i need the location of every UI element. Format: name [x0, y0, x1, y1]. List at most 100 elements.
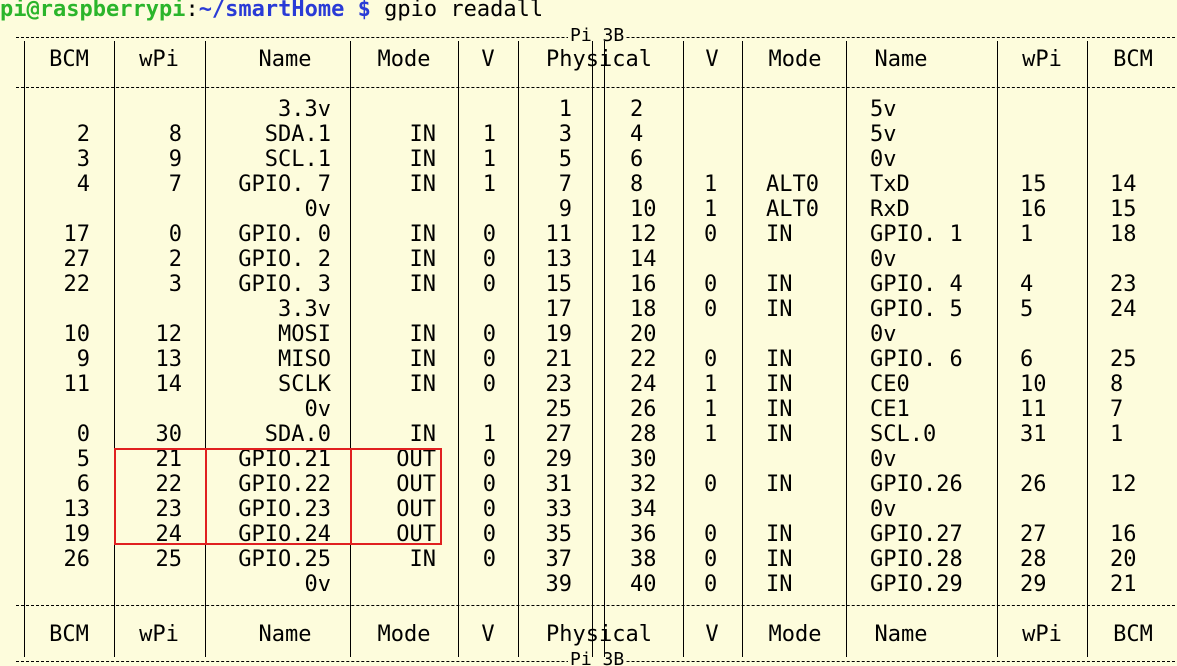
cell-name-left: MISO [278, 347, 331, 372]
cell-mode-left [350, 397, 436, 422]
cell-bcm-left: 26 [63, 547, 91, 572]
table-row: 22 3 GPIO. 3 IN 0 15 16 0 IN GPIO. 4 4 23 [0, 272, 1177, 297]
cell-wpi-right: 28 [1020, 547, 1047, 572]
cell-mode-right: ALT0 [766, 172, 819, 197]
cell-physical-left: 23 [545, 372, 573, 397]
cell-physical-left: 39 [545, 572, 573, 597]
table-row: 10 12 MOSI IN 0 19 20 0v [0, 322, 1177, 347]
cell-physical-left: 29 [545, 447, 573, 472]
table-row: 3.3v 17 18 0 IN GPIO. 5 5 24 [0, 297, 1177, 322]
cell-physical-right: 6 [630, 147, 644, 172]
cell-physical-left: 15 [545, 272, 573, 297]
table-row: 3.3v 1 2 5v [0, 97, 1177, 122]
cell-name-right: GPIO. 5 [870, 297, 963, 322]
cell-wpi-left: 30 [155, 422, 183, 447]
cell-bcm-right: 21 [1110, 572, 1137, 597]
cell-wpi-left: 9 [168, 147, 182, 172]
top-header-0: BCM [49, 47, 89, 72]
cell-mode-left: IN [409, 547, 437, 572]
cell-bcm-right [1110, 247, 1170, 272]
cell-v-right: 0 [704, 547, 718, 572]
cell-mode-right: IN [766, 397, 793, 422]
cell-name-right: TxD [870, 172, 910, 197]
cell-physical-right: 14 [630, 247, 657, 272]
cell-bcm-left: 11 [63, 372, 91, 397]
cell-name-left: SDA.0 [264, 422, 331, 447]
cell-name-right: 5v [870, 97, 897, 122]
cell-mode-left: IN [409, 172, 437, 197]
cell-physical-left: 3 [558, 122, 572, 147]
top-header-5: Physical [546, 47, 652, 72]
cell-bcm-right: 12 [1110, 472, 1137, 497]
top-header-8: Name [874, 47, 928, 72]
cell-wpi-right [1020, 497, 1090, 522]
terminal-window[interactable]: pi@raspberrypi:~/smartHome $ gpio readal… [0, 0, 1177, 666]
cell-v-left: 0 [482, 372, 496, 397]
cell-v-left [458, 297, 496, 322]
cell-physical-right: 4 [630, 122, 644, 147]
cell-bcm-left: 13 [63, 497, 91, 522]
cell-bcm-right [1110, 447, 1170, 472]
cell-name-left: 0v [304, 397, 332, 422]
cell-name-right: SCL.0 [870, 422, 937, 447]
cell-name-left: GPIO. 7 [238, 172, 331, 197]
cell-mode-left [350, 572, 436, 597]
cell-name-right: CE0 [870, 372, 910, 397]
cell-mode-right: IN [766, 422, 793, 447]
cell-physical-left: 25 [545, 397, 573, 422]
cell-v-right [704, 247, 744, 272]
cell-wpi-left: 8 [168, 122, 182, 147]
cell-mode-right: IN [766, 572, 793, 597]
top-header-6: V [705, 47, 719, 72]
cell-physical-right: 20 [630, 322, 657, 347]
cell-v-right: 0 [704, 522, 718, 547]
cell-v-right: 1 [704, 172, 718, 197]
cell-bcm-left: 10 [63, 322, 91, 347]
cell-wpi-right: 15 [1020, 172, 1047, 197]
prompt-colon: : [185, 0, 199, 22]
highlight-box [114, 448, 442, 545]
cell-physical-right: 36 [630, 522, 657, 547]
cell-physical-left: 17 [545, 297, 573, 322]
cell-v-left [458, 97, 496, 122]
cell-bcm-left: 6 [76, 472, 90, 497]
cell-bcm-right: 20 [1110, 547, 1137, 572]
cell-mode-right [766, 122, 846, 147]
cell-mode-right [766, 497, 846, 522]
cell-wpi-left [114, 572, 182, 597]
cell-v-right: 0 [704, 272, 718, 297]
cell-bcm-left: 9 [76, 347, 90, 372]
cell-wpi-left [114, 97, 182, 122]
cell-mode-right: IN [766, 547, 793, 572]
cell-mode-right: IN [766, 297, 793, 322]
cell-wpi-right: 29 [1020, 572, 1047, 597]
cell-mode-right: IN [766, 472, 793, 497]
cell-wpi-left [114, 397, 182, 422]
cell-v-left: 1 [482, 172, 496, 197]
cell-name-right: 0v [870, 447, 897, 472]
bottom-header-5: Physical [546, 622, 652, 647]
cell-physical-left: 11 [545, 222, 573, 247]
cell-name-right: GPIO. 6 [870, 347, 963, 372]
cell-name-left: MOSI [278, 322, 331, 347]
table-row: 11 14 SCLK IN 0 23 24 1 IN CE0 10 8 [0, 372, 1177, 397]
cell-name-left: 0v [304, 572, 332, 597]
table-row: 26 25 GPIO.25 IN 0 37 38 0 IN GPIO.28 28 20 [0, 547, 1177, 572]
cell-name-right: 0v [870, 147, 897, 172]
cell-v-right: 0 [704, 347, 718, 372]
cell-wpi-right: 11 [1020, 397, 1047, 422]
cell-physical-right: 32 [630, 472, 657, 497]
cell-v-left: 1 [482, 122, 496, 147]
cell-wpi-right: 4 [1020, 272, 1034, 297]
cell-name-left: GPIO.25 [238, 547, 331, 572]
cell-physical-right: 28 [630, 422, 657, 447]
top-header-3: Mode [377, 47, 431, 72]
cell-name-left: SCL.1 [264, 147, 331, 172]
cell-physical-right: 18 [630, 297, 657, 322]
cell-physical-right: 8 [630, 172, 644, 197]
cell-wpi-left: 25 [155, 547, 183, 572]
cell-name-right: 0v [870, 497, 897, 522]
cell-mode-right: IN [766, 272, 793, 297]
cell-wpi-right: 26 [1020, 472, 1047, 497]
cell-mode-left [350, 197, 436, 222]
